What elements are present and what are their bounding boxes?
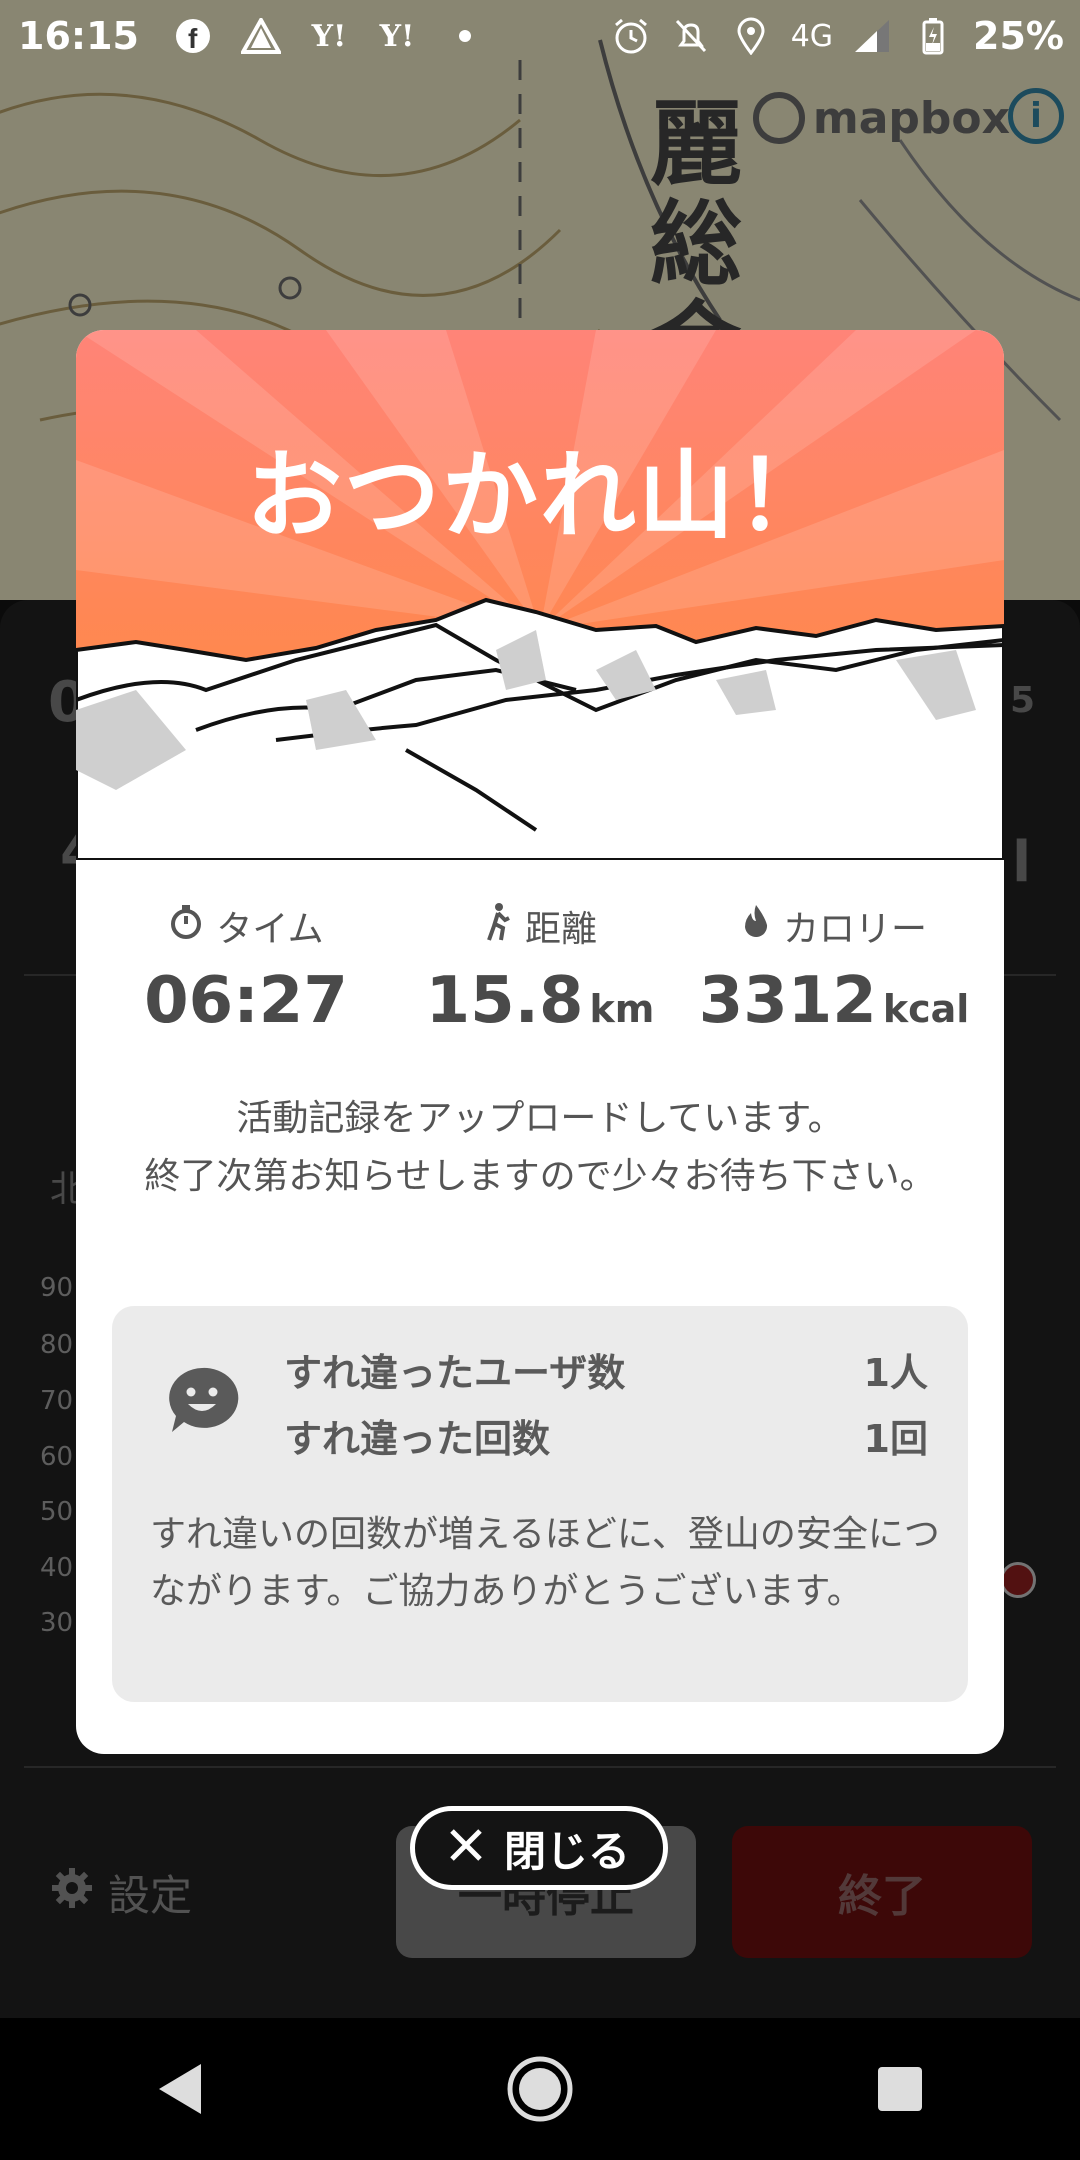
battery-charging-icon xyxy=(913,16,953,56)
svg-text:f: f xyxy=(188,23,198,54)
hiker-icon xyxy=(483,902,513,951)
stopwatch-icon xyxy=(168,904,204,949)
stat-time-value: 06:27 xyxy=(144,964,348,1038)
stat-distance-value: 15.8 xyxy=(425,964,584,1038)
stat-calorie-label: カロリー xyxy=(782,909,927,950)
close-icon xyxy=(448,1824,484,1873)
passing-note: すれ違いの回数が増えるほどに、登山の安全につながります。ご協力ありがとうございま… xyxy=(150,1514,940,1612)
location-icon xyxy=(731,16,771,56)
stats-row: タイム 06:27 距離 15.8 km カロリー 3312 kcal xyxy=(76,900,1004,1090)
network-type: 4G xyxy=(790,18,834,54)
flame-icon xyxy=(741,903,771,950)
passing-summary: すれ違ったユーザ数 1人 すれ違った回数 1回 すれ違いの回数が増えるほどに、登… xyxy=(112,1306,968,1702)
alarm-icon xyxy=(611,16,651,56)
more-notifications-dot-icon xyxy=(445,16,485,56)
upload-message-line: 終了次第お知らせしますので少々お待ち下さい。 xyxy=(144,1156,936,1197)
hero-illustration: おつかれ山！ xyxy=(76,330,1004,862)
status-bar: 16:15 f Y! Y! 4G 25% xyxy=(0,0,1080,72)
stat-distance-label: 距離 xyxy=(524,909,597,950)
stat-calorie-unit: kcal xyxy=(882,987,970,1031)
yahoo-icon: Y! xyxy=(311,18,347,54)
stat-distance-unit: km xyxy=(589,987,655,1031)
notifications-off-icon xyxy=(671,16,711,56)
stat-distance: 距離 15.8 km xyxy=(390,900,690,1038)
recents-square-icon xyxy=(878,2067,922,2111)
passing-users-label: すれ違ったユーザ数 xyxy=(284,1351,626,1395)
stat-time: タイム 06:27 xyxy=(96,900,396,1038)
home-circle-icon xyxy=(507,2056,573,2122)
close-button-label: 閉じる xyxy=(503,1826,630,1876)
signal-icon xyxy=(853,16,893,56)
stat-time-label: タイム xyxy=(216,909,324,950)
nav-recents-button[interactable] xyxy=(860,2049,940,2129)
status-time: 16:15 xyxy=(18,14,139,58)
system-nav-bar xyxy=(0,2018,1080,2160)
upload-message: 活動記録をアップロードしています。 終了次第お知らせしますので少々お待ち下さい。 xyxy=(136,1090,944,1206)
close-button[interactable]: 閉じる xyxy=(410,1806,668,1890)
back-triangle-icon xyxy=(159,2064,201,2114)
battery-level: 25% xyxy=(973,14,1064,58)
yahoo-icon: Y! xyxy=(379,18,415,54)
nav-back-button[interactable] xyxy=(140,2049,220,2129)
passing-count-row: すれ違った回数 1回 xyxy=(284,1408,928,1463)
stat-calorie: カロリー 3312 kcal xyxy=(684,900,984,1038)
smiley-chat-icon xyxy=(164,1364,240,1440)
finish-dialog: おつかれ山！ タイム 06:27 距離 15.8 km カロリー 3312 kc… xyxy=(76,330,1004,1754)
passing-count-label: すれ違った回数 xyxy=(284,1417,551,1461)
upload-message-line: 活動記録をアップロードしています。 xyxy=(236,1098,844,1139)
passing-count-value: 1回 xyxy=(863,1417,928,1461)
stat-calorie-value: 3312 xyxy=(698,964,877,1038)
dialog-title: おつかれ山！ xyxy=(246,440,834,552)
nav-home-button[interactable] xyxy=(500,2049,580,2129)
facebook-icon: f xyxy=(173,16,213,56)
passing-users-value: 1人 xyxy=(863,1351,928,1395)
passing-users-row: すれ違ったユーザ数 1人 xyxy=(284,1342,928,1397)
drive-icon xyxy=(240,16,281,56)
